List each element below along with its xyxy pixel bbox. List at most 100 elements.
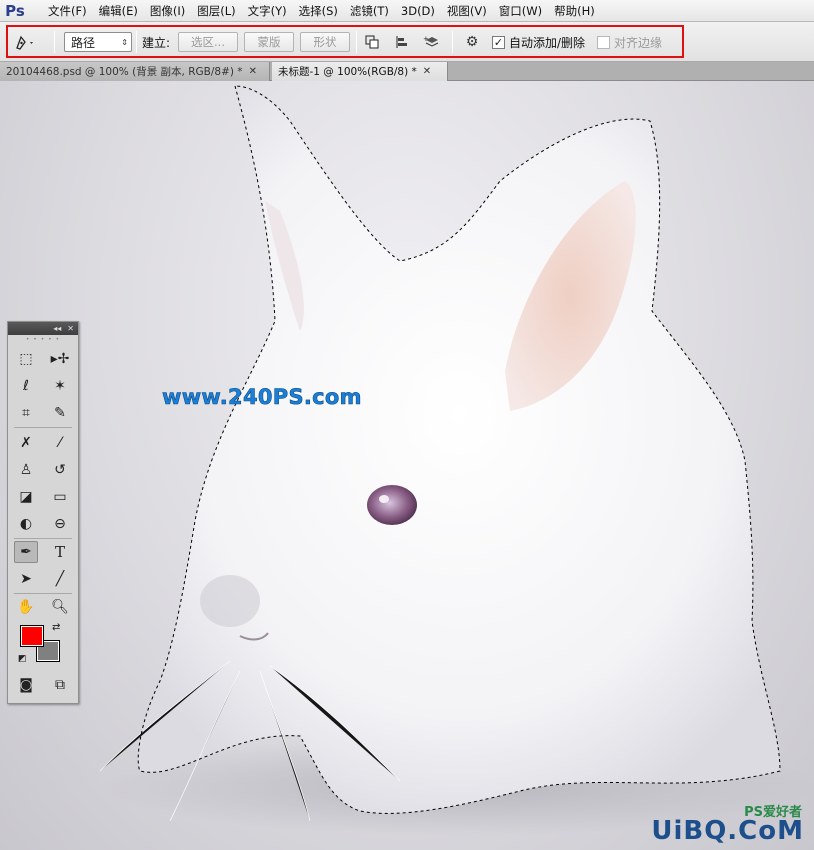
zoom-icon: 🔍︎ bbox=[51, 599, 69, 615]
lasso-tool[interactable]: ℓ bbox=[14, 375, 38, 397]
align-edges-label: 对齐边缘 bbox=[614, 35, 663, 50]
brush-tool[interactable]: ⁄ bbox=[48, 432, 72, 454]
svg-text:+: + bbox=[423, 35, 429, 43]
close-icon[interactable]: ✕ bbox=[423, 66, 431, 77]
auto-add-delete-label: 自动添加/删除 bbox=[509, 35, 586, 50]
stamp-icon: ♙ bbox=[19, 462, 33, 478]
pen-icon: ✒ bbox=[20, 544, 32, 560]
stamp-tool[interactable]: ♙ bbox=[14, 459, 38, 481]
tab-label: 20104468.psd @ 100% (背景 副本, RGB/8#) * bbox=[6, 66, 243, 78]
eraser-icon: ◪ bbox=[19, 489, 33, 505]
options-bar: 路径 ⇕ 建立: 选区... 蒙版 形状 + ⚙ ✓ 自动添加/删除 对齐边缘 bbox=[0, 22, 814, 62]
dodge-icon: ⊖ bbox=[54, 516, 66, 532]
tool-preset-picker[interactable] bbox=[14, 32, 48, 52]
menu-item[interactable]: 帮助(H) bbox=[548, 1, 601, 21]
path-operations-icon bbox=[365, 35, 379, 49]
align-edges-checkbox[interactable] bbox=[597, 35, 610, 49]
menu-item[interactable]: 窗口(W) bbox=[493, 1, 548, 21]
menu-items: 文件(F) 编辑(E) 图像(I) 图层(L) 文字(Y) 选择(S) 滤镜(T) 3D(D)… bbox=[42, 1, 601, 21]
menu-item[interactable]: 图像(I) bbox=[144, 1, 191, 21]
document-canvas[interactable]: www.240PS.com PS爱好者 UiBQ.CoM bbox=[0, 81, 814, 850]
align-edges-option[interactable]: 对齐边缘 bbox=[597, 32, 662, 52]
quick-mask-button[interactable]: ◙ bbox=[14, 674, 38, 696]
close-icon[interactable]: ✕ bbox=[249, 66, 257, 77]
settings-button[interactable]: ⚙ bbox=[460, 32, 484, 52]
make-shape-button[interactable]: 形状 bbox=[300, 32, 350, 52]
menu-item[interactable]: 文字(Y) bbox=[242, 1, 293, 21]
tab-document-1[interactable]: 20104468.psd @ 100% (背景 副本, RGB/8#) * ✕ bbox=[0, 62, 270, 81]
path-selection-tool[interactable]: ➤ bbox=[14, 568, 38, 590]
history-brush-tool[interactable]: ↺ bbox=[48, 459, 72, 481]
blur-icon: ◐ bbox=[19, 516, 33, 532]
default-colors-icon[interactable]: ◩ bbox=[18, 654, 27, 664]
make-selection-button[interactable]: 选区... bbox=[178, 32, 238, 52]
menu-item[interactable]: 选择(S) bbox=[293, 1, 344, 21]
menu-item[interactable]: 滤镜(T) bbox=[344, 1, 395, 21]
gear-icon: ⚙ bbox=[465, 34, 479, 50]
create-label: 建立: bbox=[142, 35, 171, 50]
eyedropper-tool[interactable]: ✎ bbox=[48, 402, 72, 424]
magic-wand-tool[interactable]: ✶ bbox=[48, 375, 72, 397]
healing-tool[interactable]: ✗ bbox=[14, 432, 38, 454]
make-mask-button[interactable]: 蒙版 bbox=[244, 32, 294, 52]
healing-icon: ✗ bbox=[20, 435, 32, 451]
document-tabs: 20104468.psd @ 100% (背景 副本, RGB/8#) * ✕ … bbox=[0, 62, 814, 81]
swap-colors-icon[interactable]: ⇄ bbox=[52, 622, 60, 633]
crop-tool[interactable]: ⌗ bbox=[14, 402, 38, 424]
tools-panel-header[interactable]: ◂◂ ✕ bbox=[8, 322, 78, 335]
tab-document-2[interactable]: 未标题-1 @ 100%(RGB/8) * ✕ bbox=[272, 62, 448, 81]
site-watermark: www.240PS.com bbox=[162, 385, 362, 410]
type-tool[interactable]: T bbox=[48, 541, 72, 563]
tab-label: 未标题-1 @ 100%(RGB/8) * bbox=[278, 66, 417, 78]
menu-bar: Ps 文件(F) 编辑(E) 图像(I) 图层(L) 文字(Y) 选择(S) 滤镜(T) 3D… bbox=[0, 0, 814, 22]
hand-tool[interactable]: ✋ bbox=[14, 596, 38, 618]
dodge-tool[interactable]: ⊖ bbox=[48, 513, 72, 535]
path-alignment-icon bbox=[396, 36, 407, 48]
eraser-tool[interactable]: ◪ bbox=[14, 486, 38, 508]
photoshop-logo: Ps bbox=[5, 1, 25, 20]
auto-add-delete-option[interactable]: ✓ 自动添加/删除 bbox=[492, 32, 585, 52]
path-arrangement-button[interactable]: + bbox=[420, 32, 444, 52]
quick-mask-icon: ◙ bbox=[19, 677, 33, 693]
crop-icon: ⌗ bbox=[22, 405, 30, 421]
close-icon[interactable]: ✕ bbox=[67, 324, 74, 333]
grip-handle[interactable]: • • • • • bbox=[8, 335, 78, 343]
chevron-updown-icon: ⇕ bbox=[121, 37, 128, 47]
line-tool[interactable]: ╱ bbox=[48, 568, 72, 590]
blur-tool[interactable]: ◐ bbox=[14, 513, 38, 535]
pen-icon bbox=[16, 35, 33, 50]
tools-panel: ◂◂ ✕ • • • • • ⬚ ▸✢ ℓ ✶ ⌗ ✎ ✗ ⁄ ♙ ↺ ◪ ▭ … bbox=[7, 321, 79, 704]
lasso-icon: ℓ bbox=[23, 378, 29, 394]
auto-add-delete-checkbox[interactable]: ✓ bbox=[492, 35, 505, 49]
menu-item[interactable]: 编辑(E) bbox=[93, 1, 144, 21]
pen-tool[interactable]: ✒ bbox=[14, 541, 38, 563]
hand-icon: ✋ bbox=[17, 599, 35, 615]
magic-wand-icon: ✶ bbox=[54, 378, 66, 394]
corner-watermark: UiBQ.CoM bbox=[651, 816, 804, 846]
rabbit-image bbox=[99, 85, 814, 836]
menu-item[interactable]: 文件(F) bbox=[42, 1, 93, 21]
gradient-tool[interactable]: ▭ bbox=[48, 486, 72, 508]
gradient-icon: ▭ bbox=[53, 489, 67, 505]
marquee-tool[interactable]: ⬚ bbox=[14, 348, 38, 370]
menu-item[interactable]: 视图(V) bbox=[441, 1, 493, 21]
line-icon: ╱ bbox=[55, 571, 65, 587]
zoom-tool[interactable]: 🔍︎ bbox=[48, 596, 72, 618]
type-icon: T bbox=[54, 543, 65, 561]
move-tool[interactable]: ▸✢ bbox=[48, 348, 72, 370]
menu-item[interactable]: 3D(D) bbox=[395, 1, 441, 21]
marquee-icon: ⬚ bbox=[19, 351, 33, 367]
path-alignment-button[interactable] bbox=[390, 32, 414, 52]
foreground-color-swatch[interactable] bbox=[20, 625, 44, 647]
menu-item[interactable]: 图层(L) bbox=[191, 1, 241, 21]
mode-select-value: 路径 bbox=[71, 35, 96, 50]
path-operations-button[interactable] bbox=[360, 32, 384, 52]
arrow-cursor-icon: ➤ bbox=[20, 571, 32, 587]
move-icon: ▸✢ bbox=[50, 351, 70, 367]
history-brush-icon: ↺ bbox=[54, 462, 66, 478]
collapse-icon[interactable]: ◂◂ bbox=[53, 324, 61, 333]
screen-mode-button[interactable]: ⧉ bbox=[48, 674, 72, 696]
brush-icon: ⁄ bbox=[58, 435, 62, 451]
mode-select[interactable]: 路径 ⇕ bbox=[64, 32, 132, 52]
path-arrangement-icon: + bbox=[423, 35, 439, 47]
